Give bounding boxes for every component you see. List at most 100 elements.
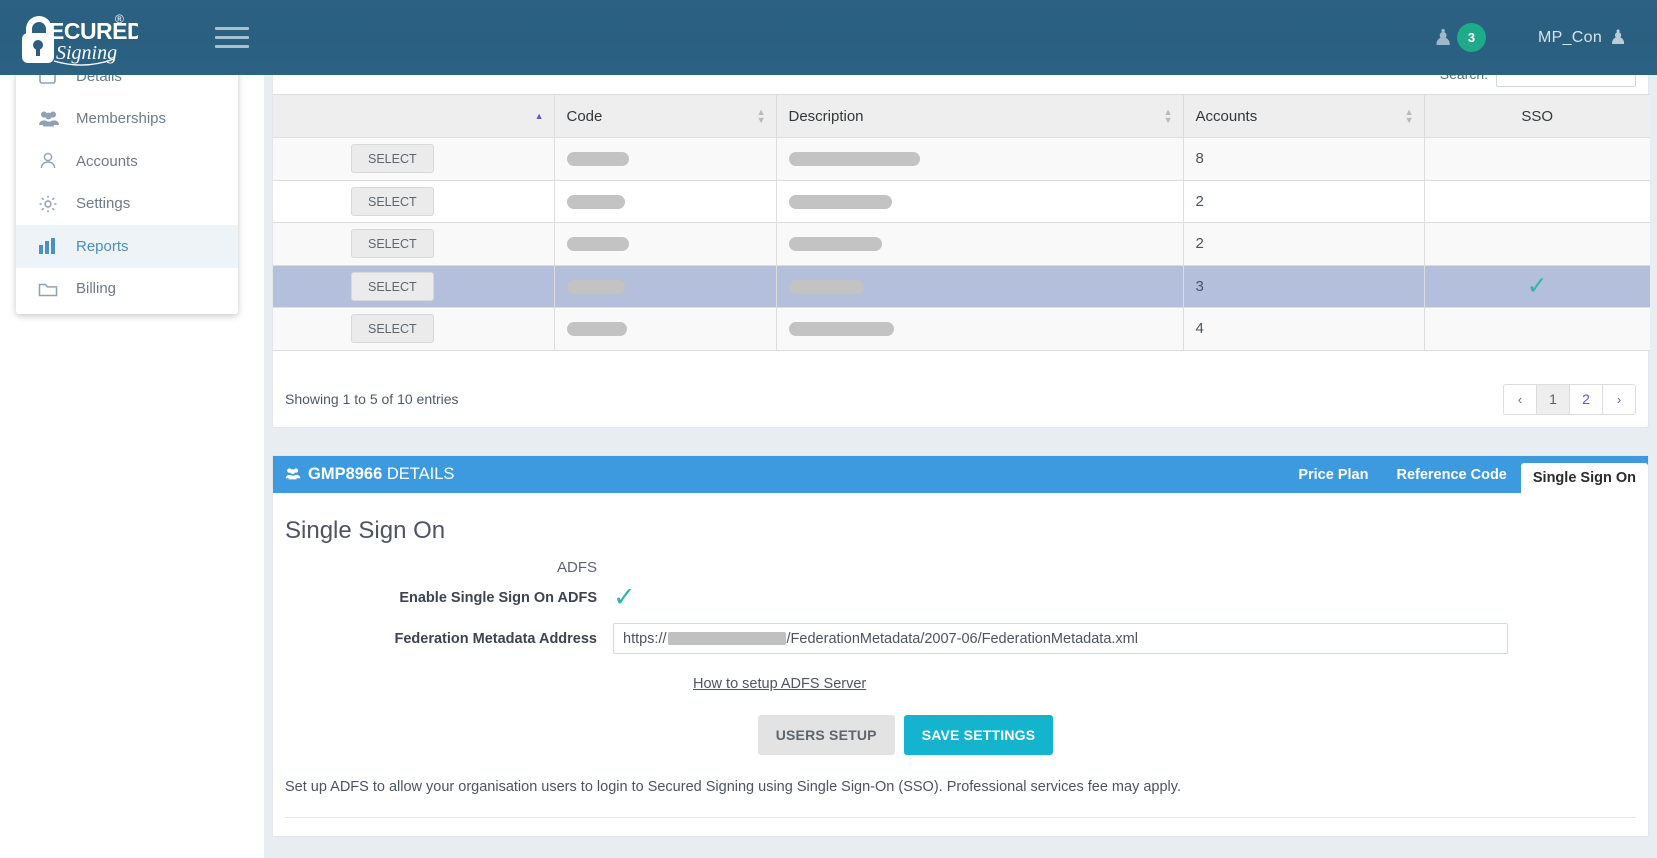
user-outline-icon	[38, 151, 64, 171]
select-button[interactable]: SELECT	[351, 144, 434, 174]
column-label: Code	[566, 107, 603, 125]
adfs-label: ADFS	[556, 559, 597, 576]
cell-select: SELECT	[273, 180, 555, 223]
users-setup-button[interactable]: USERS SETUP	[757, 715, 895, 755]
enable-sso-row: Enable Single Sign On ADFS ✓	[273, 584, 1648, 611]
tab-reference-code[interactable]: Reference Code	[1382, 456, 1520, 493]
check-icon[interactable]: ✓	[613, 582, 636, 612]
select-button[interactable]: SELECT	[351, 271, 434, 301]
details-header-suffix: DETAILS	[382, 465, 455, 483]
group-icon	[285, 467, 301, 483]
cell-accounts: 2	[1183, 222, 1425, 266]
pagination-page-2[interactable]: 2	[1569, 383, 1603, 415]
tab-single-sign-on[interactable]: Single Sign On	[1520, 463, 1648, 493]
column-label: Description	[788, 107, 864, 125]
cell-select: SELECT	[273, 265, 555, 308]
cell-sso	[1424, 180, 1650, 223]
sidebar-item-memberships[interactable]: Memberships	[16, 98, 238, 141]
cell-code	[554, 307, 777, 351]
svg-text:®: ®	[115, 12, 124, 26]
cell-description	[776, 307, 1184, 351]
pagination-next[interactable]: ›	[1602, 383, 1636, 415]
hamburger-icon[interactable]	[215, 23, 249, 53]
adfs-row: ADFS	[273, 559, 1648, 576]
metadata-address-label: Federation Metadata Address	[394, 630, 597, 647]
sort-asc-icon: ▲	[534, 111, 544, 121]
redacted-value	[566, 322, 627, 337]
cell-description	[776, 137, 1184, 181]
how-to-setup-adfs-link[interactable]: How to setup ADFS Server	[693, 676, 866, 692]
table-row[interactable]: SELECT 8	[273, 137, 1650, 181]
sidebar-item-label: Settings	[76, 195, 131, 213]
sidebar-item-label: Accounts	[76, 152, 138, 170]
column-label: Accounts	[1195, 107, 1258, 125]
cell-sso	[1424, 307, 1650, 351]
metadata-address-input[interactable]: https:// /FederationMetadata/2007-06/Fede…	[613, 623, 1508, 654]
select-button[interactable]: SELECT	[351, 229, 434, 259]
details-header: GMP8966 DETAILS Price Plan Reference Code…	[273, 456, 1648, 493]
redacted-value	[566, 237, 629, 252]
column-header-description[interactable]: Description ▲ ▼	[776, 94, 1184, 138]
redacted-value	[788, 152, 920, 167]
memberships-table: ▲ Code ▲ ▼ Description ▲ ▼ Accounts ▲ ▼ SSO	[273, 94, 1650, 351]
sort-both-icon: ▲ ▼	[1163, 107, 1173, 125]
cell-code	[554, 137, 777, 181]
save-settings-button[interactable]: SAVE SETTINGS	[903, 715, 1054, 755]
table-header-row: ▲ Code ▲ ▼ Description ▲ ▼ Accounts ▲ ▼ SSO	[273, 94, 1650, 138]
cell-accounts: 8	[1183, 137, 1425, 181]
notifications-group[interactable]: ♟ 3	[1433, 23, 1486, 52]
svg-text:ECURED: ECURED	[49, 18, 138, 44]
sidebar-item-settings[interactable]: Settings	[16, 183, 238, 226]
person-icon[interactable]: ♟	[1609, 25, 1627, 50]
table-row[interactable]: SELECT 2	[273, 222, 1650, 266]
pagination: ‹ 1 2 ›	[1503, 383, 1636, 415]
tab-price-plan[interactable]: Price Plan	[1284, 456, 1382, 493]
pagination-prev[interactable]: ‹	[1503, 383, 1537, 415]
sidebar-item-billing[interactable]: Billing	[16, 268, 238, 311]
cell-select: SELECT	[273, 307, 555, 351]
divider	[285, 817, 1636, 818]
app-logo[interactable]: ECURED ® Signing	[0, 0, 150, 75]
table-row[interactable]: SELECT 2	[273, 180, 1650, 223]
table-row[interactable]: SELECT 3 ✓	[273, 265, 1650, 308]
folder-icon	[38, 279, 64, 299]
url-suffix: /FederationMetadata/2007-06/FederationMe…	[786, 630, 1138, 647]
account-name-label[interactable]: MP_Con	[1538, 29, 1602, 47]
column-header-code[interactable]: Code ▲ ▼	[554, 94, 777, 138]
sidebar-item-reports[interactable]: Reports	[16, 225, 238, 268]
person-icon: ♟	[1433, 24, 1453, 50]
cell-code	[554, 222, 777, 266]
select-button[interactable]: SELECT	[351, 314, 434, 344]
pagination-page-1[interactable]: 1	[1536, 383, 1570, 415]
cell-code	[554, 265, 777, 308]
sidebar-item-accounts[interactable]: Accounts	[16, 140, 238, 183]
secured-signing-logo-icon: ECURED ® Signing	[22, 12, 138, 66]
select-button[interactable]: SELECT	[351, 186, 434, 216]
topbar-right-group: ♟ 3 MP_Con ♟	[1433, 23, 1657, 52]
sidebar-item-label: Billing	[76, 280, 117, 298]
gear-icon	[38, 194, 64, 214]
notification-count-badge: 3	[1457, 23, 1486, 52]
table-row[interactable]: SELECT 4	[273, 307, 1650, 351]
cell-sso: ✓	[1424, 265, 1650, 308]
redacted-value	[566, 279, 625, 294]
cell-accounts: 4	[1183, 307, 1425, 351]
enable-sso-label: Enable Single Sign On ADFS	[399, 589, 597, 606]
cell-description	[776, 265, 1184, 308]
url-prefix: https://	[623, 630, 667, 647]
sidebar-item-label: Reports	[76, 237, 129, 255]
redacted-domain	[667, 632, 786, 645]
sidebar-nav: Details Memberships Accounts Settings Re…	[16, 55, 238, 314]
column-header-sso[interactable]: SSO	[1424, 94, 1650, 138]
details-header-code: GMP8966	[308, 465, 383, 483]
column-header-select[interactable]: ▲	[273, 94, 555, 138]
table-footer: Showing 1 to 5 of 10 entries ‹ 1 2 ›	[273, 371, 1648, 427]
sidebar-item-label: Memberships	[76, 110, 167, 128]
redacted-value	[788, 279, 864, 294]
redacted-value	[566, 194, 625, 209]
column-header-accounts[interactable]: Accounts ▲ ▼	[1183, 94, 1425, 138]
details-card: GMP8966 DETAILS Price Plan Reference Code…	[272, 455, 1649, 837]
top-navbar: ECURED ® Signing ♟ 3 MP_Con ♟	[0, 0, 1657, 75]
details-header-title: GMP8966 DETAILS	[308, 465, 454, 484]
memberships-table-card: Search: ▲ Code ▲▼ Description ▲▼ Account…	[272, 61, 1650, 428]
